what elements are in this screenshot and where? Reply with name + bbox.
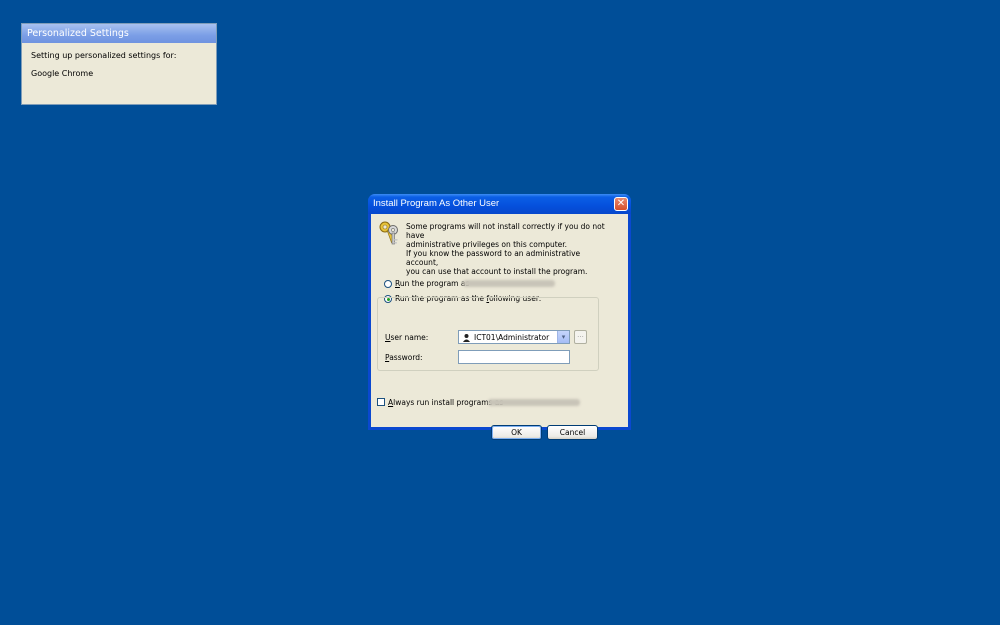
user-icon — [462, 333, 471, 342]
run-as-current-user-radio[interactable] — [384, 280, 392, 288]
username-value: ICT01\Administrator — [474, 333, 550, 342]
redacted-always-user — [488, 399, 580, 406]
cancel-button[interactable]: Cancel — [547, 425, 598, 440]
personalized-settings-app-name: Google Chrome — [31, 69, 94, 78]
dialog-titlebar[interactable]: Install Program As Other User ✕ — [368, 194, 631, 214]
always-run-as-label[interactable]: Always run install programs as — [388, 398, 503, 407]
browse-users-button[interactable]: ... — [574, 330, 587, 344]
close-icon: ✕ — [616, 198, 626, 209]
username-dropdown-button[interactable]: ▾ — [557, 331, 569, 343]
personalized-settings-title: Personalized Settings — [22, 24, 216, 43]
dialog-client-area: Some programs will not install correctly… — [371, 214, 628, 440]
privileges-message-line2: administrative privileges on this comput… — [406, 240, 568, 249]
redacted-current-user — [463, 280, 555, 287]
username-combobox[interactable]: ICT01\Administrator ▾ — [458, 330, 570, 344]
ok-button[interactable]: OK — [491, 425, 542, 440]
username-label-text: ser name: — [390, 333, 429, 342]
dialog-title: Install Program As Other User — [373, 198, 500, 209]
always-run-as-text: lways run install programs as — [393, 398, 504, 407]
privileges-message-line1: Some programs will not install correctly… — [406, 222, 605, 240]
password-label: Password: — [385, 353, 423, 362]
password-label-text: assword: — [389, 353, 423, 362]
username-label: User name: — [385, 333, 428, 342]
admin-account-message-line1: If you know the password to an administr… — [406, 249, 581, 267]
always-run-as-checkbox[interactable] — [377, 398, 385, 406]
keys-icon — [379, 221, 398, 245]
admin-account-message: If you know the password to an administr… — [406, 249, 606, 276]
run-as-current-user-text: un the program as — [399, 279, 470, 288]
chevron-down-icon: ▾ — [561, 333, 566, 341]
password-field[interactable] — [458, 350, 570, 364]
personalized-settings-message: Setting up personalized settings for: — [31, 51, 177, 60]
run-as-current-user-label[interactable]: Run the program as — [395, 279, 469, 288]
privileges-message: Some programs will not install correctly… — [406, 222, 606, 249]
admin-account-message-line2: you can use that account to install the … — [406, 267, 588, 276]
close-button[interactable]: ✕ — [614, 197, 628, 211]
install-program-dialog: Install Program As Other User ✕ Some pro… — [368, 194, 631, 440]
personalized-settings-window: Personalized Settings Setting up persona… — [21, 23, 217, 105]
